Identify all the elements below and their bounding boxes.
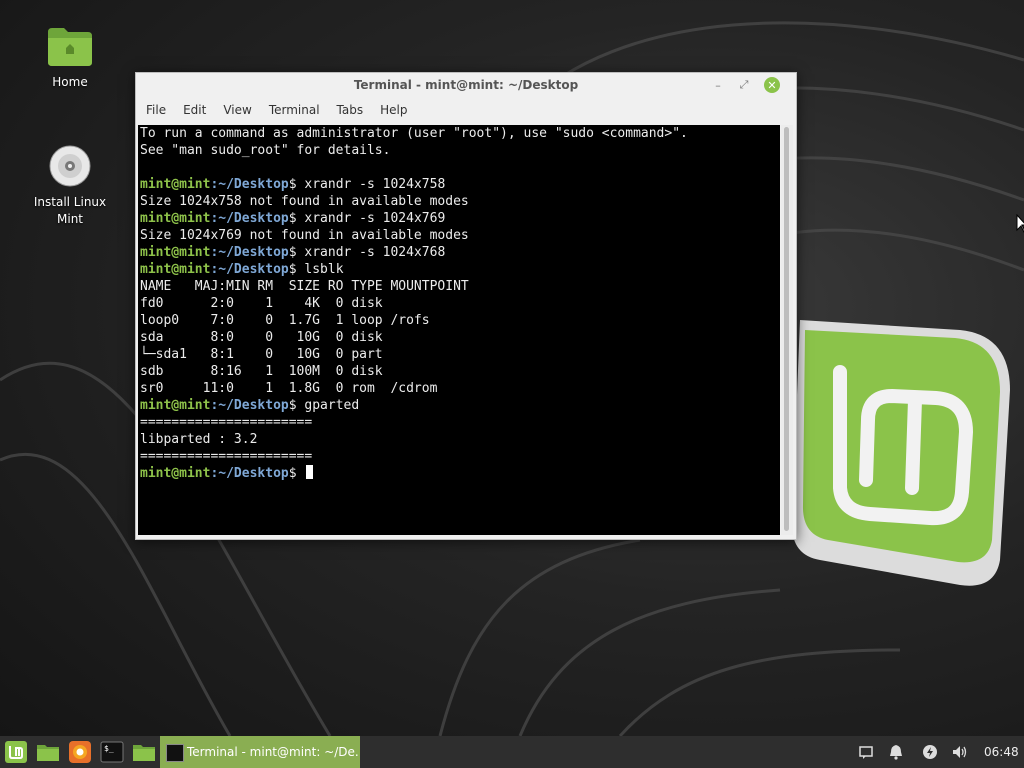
clock[interactable]: 06:48: [984, 736, 1019, 768]
desktop-icon-install-linux-mint[interactable]: Install Linux Mint: [20, 144, 120, 228]
prompt-path: :~/Desktop: [210, 245, 289, 260]
notes-icon[interactable]: [858, 744, 874, 760]
command-text: xrandr -s 1024x768: [304, 245, 446, 260]
prompt-symbol: $: [288, 177, 305, 192]
text-cursor: [306, 465, 314, 479]
prompt-path: :~/Desktop: [210, 177, 289, 192]
mint-menu-icon[interactable]: [4, 740, 28, 764]
desktop-icon-label: Install Linux Mint: [33, 195, 107, 226]
terminal-icon[interactable]: $_: [100, 740, 124, 764]
power-icon[interactable]: [922, 744, 938, 760]
disc-icon: [49, 145, 91, 187]
terminal-window[interactable]: Terminal - mint@mint: ~/Desktop – ⤢ ✕ Fi…: [135, 72, 797, 540]
prompt-path: :~/Desktop: [210, 211, 289, 226]
prompt-symbol: $: [288, 211, 305, 226]
maximize-button[interactable]: ⤢: [736, 77, 752, 93]
folder-home-icon: [48, 28, 92, 66]
menu-help[interactable]: Help: [370, 99, 414, 117]
menu-view[interactable]: View: [213, 99, 258, 117]
prompt-user: mint@mint: [140, 211, 211, 226]
terminal-line: sda 8:0 0 10G 0 disk: [140, 330, 383, 345]
desktop-icon-label: Home: [52, 75, 88, 89]
menu-bar: File Edit View Terminal Tabs Help: [136, 99, 796, 123]
mint-logo: [791, 320, 1010, 586]
scrollbar-thumb[interactable]: [784, 127, 789, 531]
prompt-symbol: $: [288, 466, 305, 481]
files-icon[interactable]: [132, 740, 156, 764]
terminal-line: See "man sudo_root" for details.: [140, 143, 391, 158]
terminal-line: Size 1024x769 not found in available mod…: [140, 228, 469, 243]
prompt-user: mint@mint: [140, 398, 211, 413]
terminal-line: mint@mint:~/Desktop$ xrandr -s 1024x758: [138, 176, 780, 193]
taskbar-window-label: Terminal - mint@mint: ~/De...: [187, 745, 360, 759]
prompt-symbol: $: [288, 245, 305, 260]
terminal-output[interactable]: To run a command as administrator (user …: [138, 125, 780, 535]
terminal-line: libparted : 3.2: [140, 432, 258, 447]
files-icon[interactable]: [36, 740, 60, 764]
terminal-line: loop0 7:0 0 1.7G 1 loop /rofs: [140, 313, 430, 328]
terminal-line: fd0 2:0 1 4K 0 disk: [140, 296, 383, 311]
close-button[interactable]: ✕: [764, 77, 780, 93]
command-text: xrandr -s 1024x758: [304, 177, 446, 192]
command-text: gparted: [304, 398, 360, 413]
prompt-path: :~/Desktop: [210, 398, 289, 413]
prompt-symbol: $: [288, 398, 305, 413]
notification-bell-icon[interactable]: [888, 744, 904, 760]
minimize-button[interactable]: –: [710, 77, 726, 93]
mouse-pointer-icon: [1016, 214, 1024, 233]
terminal-line: mint@mint:~/Desktop$ gparted: [138, 397, 780, 414]
desktop-icon-home[interactable]: Home: [20, 24, 120, 91]
prompt-user: mint@mint: [140, 466, 211, 481]
firefox-icon[interactable]: [68, 740, 92, 764]
window-title: Terminal - mint@mint: ~/Desktop: [353, 78, 579, 92]
menu-terminal[interactable]: Terminal: [259, 99, 327, 117]
terminal-line: ======================: [140, 415, 313, 430]
terminal-icon: [166, 744, 184, 762]
volume-icon[interactable]: [952, 744, 968, 760]
svg-text:$_: $_: [104, 744, 114, 753]
terminal-line: mint@mint:~/Desktop$: [138, 465, 780, 482]
prompt-symbol: $: [288, 262, 305, 277]
terminal-line: ======================: [140, 449, 313, 464]
terminal-line: sr0 11:0 1 1.8G 0 rom /cdrom: [140, 381, 438, 396]
menu-file[interactable]: File: [136, 99, 173, 117]
prompt-user: mint@mint: [140, 245, 211, 260]
prompt-path: :~/Desktop: [210, 466, 289, 481]
taskbar: $_ Terminal - mint@mint: ~/De... 06:48: [0, 736, 1024, 768]
taskbar-window-button[interactable]: Terminal - mint@mint: ~/De...: [160, 736, 360, 768]
menu-tabs[interactable]: Tabs: [327, 99, 371, 117]
terminal-line: NAME MAJ:MIN RM SIZE RO TYPE MOUNTPOINT: [140, 279, 469, 294]
prompt-path: :~/Desktop: [210, 262, 289, 277]
terminal-scrollbar[interactable]: [781, 125, 793, 535]
prompt-user: mint@mint: [140, 177, 211, 192]
terminal-line: mint@mint:~/Desktop$ xrandr -s 1024x768: [138, 244, 780, 261]
command-text: xrandr -s 1024x769: [304, 211, 446, 226]
menu-edit[interactable]: Edit: [173, 99, 213, 117]
terminal-line: └─sda1 8:1 0 10G 0 part: [140, 347, 383, 362]
terminal-line: mint@mint:~/Desktop$ lsblk: [138, 261, 780, 278]
terminal-line: To run a command as administrator (user …: [140, 126, 688, 141]
terminal-line: Size 1024x758 not found in available mod…: [140, 194, 469, 209]
terminal-line: sdb 8:16 1 100M 0 disk: [140, 364, 383, 379]
command-text: lsblk: [304, 262, 344, 277]
prompt-user: mint@mint: [140, 262, 211, 277]
terminal-line: mint@mint:~/Desktop$ xrandr -s 1024x769: [138, 210, 780, 227]
